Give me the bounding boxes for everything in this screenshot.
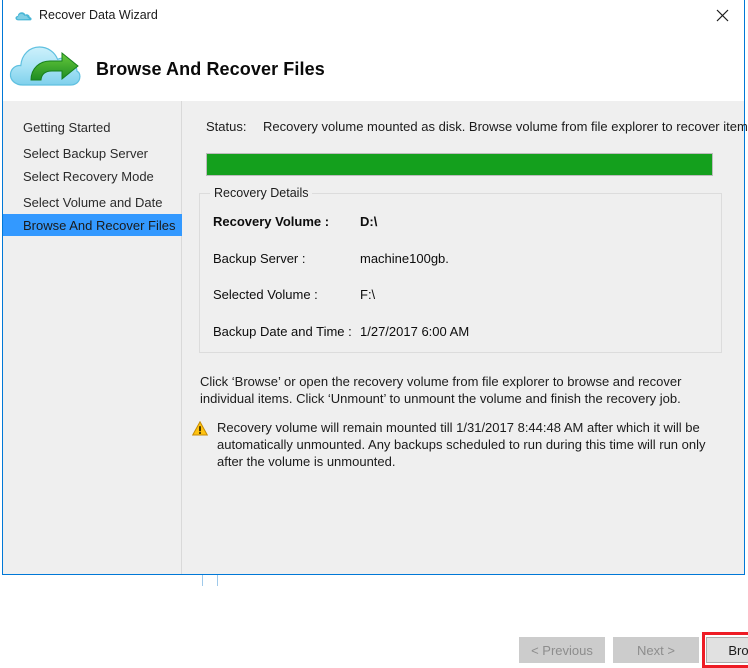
sidebar-item-label: Select Backup Server (23, 145, 149, 161)
close-icon[interactable] (700, 0, 744, 30)
sidebar-item-select-volume-and-date[interactable]: Select Volume and Date (3, 191, 182, 213)
sidebar-item-label: Browse And Recover Files (23, 217, 176, 233)
sidebar-item-label: Getting Started (23, 119, 111, 135)
sidebar-item-getting-started[interactable]: Getting Started (3, 116, 182, 138)
detail-value: machine100gb. (360, 251, 449, 266)
browse-button[interactable]: Browse (706, 637, 748, 663)
wizard-sidebar: Getting Started Select Backup Server Sel… (3, 101, 182, 574)
detail-row-backup-date-and-time: Backup Date and Time : 1/27/2017 6:00 AM (213, 324, 713, 342)
title-bar: Recover Data Wizard (3, 0, 744, 32)
detail-label: Selected Volume : (213, 287, 318, 302)
previous-button[interactable]: < Previous (519, 637, 605, 663)
previous-button-label: < Previous (531, 642, 593, 658)
detail-row-backup-server: Backup Server : machine100gb. (213, 251, 713, 269)
warning-triangle-icon (191, 420, 209, 436)
wizard-header: Browse And Recover Files (3, 32, 744, 101)
detail-value: 1/27/2017 6:00 AM (360, 324, 470, 339)
detail-value: F:\ (360, 287, 376, 302)
browse-button-label: Browse (728, 642, 748, 658)
detail-value: D:\ (360, 214, 378, 229)
status-row: Status: Recovery volume mounted as disk. … (206, 119, 748, 134)
wizard-content: Status: Recovery volume mounted as disk. … (183, 101, 748, 668)
recover-data-wizard-window: Recover Data Wizard Browse And Recover F… (2, 0, 748, 668)
detail-label: Backup Server : (213, 251, 306, 266)
instructions-text: Click ‘Browse’ or open the recovery volu… (200, 374, 682, 406)
cloud-recover-icon (9, 38, 81, 92)
status-label: Status: (206, 119, 247, 134)
detail-row-recovery-volume: Recovery Volume : D:\ (213, 214, 713, 232)
sidebar-item-label: Select Volume and Date (23, 194, 163, 210)
recovery-details-group: Recovery Details Recovery Volume : D:\ B… (199, 186, 722, 353)
page-title: Browse And Recover Files (96, 59, 325, 79)
progress-bar-fill (207, 154, 712, 175)
wizard-body: Getting Started Select Backup Server Sel… (3, 101, 748, 668)
detail-label: Backup Date and Time : (213, 324, 352, 339)
cloud-icon (15, 9, 32, 22)
status-text: Recovery volume mounted as disk. Browse … (263, 119, 748, 134)
next-button[interactable]: Next > (613, 637, 699, 663)
sidebar-item-select-backup-server[interactable]: Select Backup Server (3, 142, 182, 164)
detail-label: Recovery Volume : (213, 214, 330, 229)
detail-row-selected-volume: Selected Volume : F:\ (213, 287, 713, 305)
sidebar-item-select-recovery-mode[interactable]: Select Recovery Mode (3, 165, 182, 187)
window-title: Recover Data Wizard (39, 8, 158, 22)
next-button-label: Next > (637, 642, 675, 658)
sidebar-item-label: Select Recovery Mode (23, 168, 154, 184)
window-bottom-stub (202, 575, 218, 586)
warning-text: Recovery volume will remain mounted till… (217, 420, 706, 469)
sidebar-item-browse-and-recover-files[interactable]: Browse And Recover Files (3, 214, 182, 236)
recovery-details-legend: Recovery Details (210, 186, 313, 200)
progress-bar (206, 153, 713, 176)
